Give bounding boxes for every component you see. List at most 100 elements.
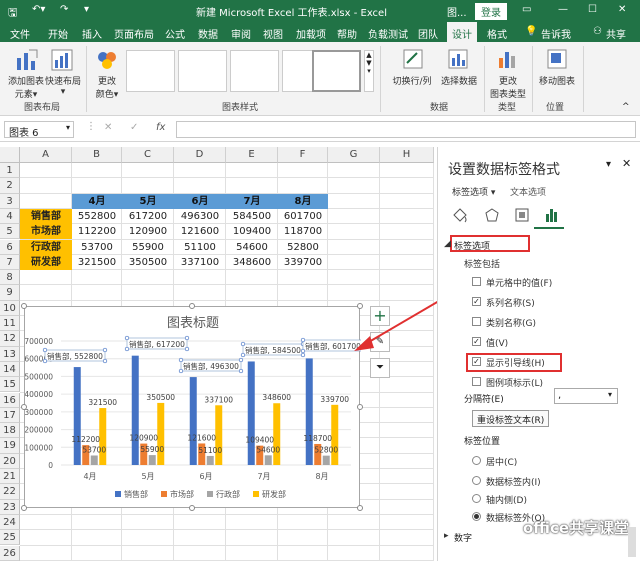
label-handle[interactable] bbox=[300, 352, 306, 358]
minimize-icon[interactable]: — bbox=[558, 4, 568, 15]
data-label[interactable]: 121600 bbox=[187, 433, 216, 442]
share-icon[interactable]: ⚇ bbox=[593, 26, 602, 37]
quick-layout-button[interactable]: 快速布局 ▾ bbox=[44, 74, 82, 97]
bar-研发部[interactable] bbox=[331, 404, 339, 465]
bar-研发部[interactable] bbox=[157, 402, 165, 465]
size-properties-icon[interactable] bbox=[515, 208, 529, 222]
tab-team[interactable]: 团队 bbox=[418, 26, 438, 41]
table-value-cell[interactable]: 339700 bbox=[278, 255, 328, 270]
chart-resize-handle[interactable] bbox=[21, 404, 27, 410]
label-handle[interactable] bbox=[300, 337, 306, 343]
tab-load-test[interactable]: 负载测试 bbox=[368, 26, 408, 41]
data-label[interactable]: 118700 bbox=[303, 434, 332, 443]
column-header-a[interactable]: A bbox=[20, 147, 72, 163]
data-label[interactable]: 52800 bbox=[314, 446, 338, 455]
name-box-dropdown-icon[interactable]: ▾ bbox=[66, 123, 70, 132]
chart-svg[interactable]: 图表标题 01000002000003000004000005000006000… bbox=[25, 307, 361, 509]
table-header-cell[interactable]: 4月 bbox=[72, 193, 122, 209]
customize-qat-icon[interactable]: ▾ bbox=[84, 4, 89, 15]
bar-行政部[interactable] bbox=[206, 455, 214, 465]
data-label-sales[interactable]: 销售部, 552800 bbox=[47, 351, 103, 361]
tab-format[interactable]: 格式 bbox=[487, 26, 507, 41]
data-label[interactable]: 337100 bbox=[204, 395, 233, 404]
row-header-5[interactable]: 5 bbox=[0, 224, 20, 240]
label-handle[interactable] bbox=[124, 346, 130, 352]
data-label[interactable]: 321500 bbox=[88, 398, 117, 407]
move-chart-icon[interactable] bbox=[546, 48, 568, 70]
row-header-23[interactable]: 23 bbox=[0, 499, 20, 515]
data-label[interactable]: 55900 bbox=[140, 445, 164, 454]
bar-销售部[interactable] bbox=[189, 377, 197, 465]
tab-file[interactable]: 文件 bbox=[10, 26, 30, 41]
row-label-cell[interactable]: 研发部 bbox=[20, 254, 72, 271]
column-header-f[interactable]: F bbox=[278, 147, 328, 163]
name-box[interactable]: 图表 6 bbox=[4, 121, 74, 139]
label-handle[interactable] bbox=[238, 368, 244, 374]
table-value-cell[interactable]: 496300 bbox=[174, 209, 226, 224]
chart-resize-handle[interactable] bbox=[21, 505, 27, 511]
column-header-b[interactable]: B bbox=[72, 147, 122, 163]
row-header-6[interactable]: 6 bbox=[0, 239, 20, 255]
table-value-cell[interactable]: 350500 bbox=[122, 255, 174, 270]
label-handle[interactable] bbox=[124, 335, 130, 341]
row-header-7[interactable]: 7 bbox=[0, 254, 20, 271]
column-header-e[interactable]: E bbox=[226, 147, 278, 163]
select-all-corner[interactable] bbox=[0, 147, 20, 163]
label-handle[interactable] bbox=[238, 357, 244, 363]
chart-style-5-selected[interactable] bbox=[312, 50, 361, 92]
table-header-cell[interactable]: 5月 bbox=[122, 193, 174, 209]
table-value-cell[interactable]: 584500 bbox=[226, 209, 278, 224]
bar-行政部[interactable] bbox=[90, 455, 98, 465]
column-header-g[interactable]: G bbox=[328, 147, 380, 163]
pane-options-icon[interactable]: ▾ bbox=[606, 159, 611, 170]
section-number[interactable]: 数字 bbox=[454, 531, 472, 544]
label-handle[interactable] bbox=[240, 352, 246, 358]
change-chart-type-icon[interactable] bbox=[496, 48, 518, 70]
chart-filter-icon[interactable]: ⏷ bbox=[370, 358, 390, 378]
bar-销售部[interactable] bbox=[247, 361, 255, 465]
row-header-24[interactable]: 24 bbox=[0, 514, 20, 531]
label-handle[interactable] bbox=[178, 357, 184, 363]
change-colors-button[interactable]: 更改 颜色▾ bbox=[92, 74, 122, 100]
table-value-cell[interactable]: 55900 bbox=[122, 240, 174, 255]
select-data-icon[interactable] bbox=[447, 48, 469, 70]
save-icon[interactable]: 🖫 bbox=[8, 4, 17, 23]
data-label[interactable]: 120900 bbox=[129, 434, 158, 443]
enter-icon[interactable]: ✓ bbox=[130, 122, 138, 133]
table-value-cell[interactable]: 112200 bbox=[72, 224, 122, 239]
close-icon[interactable]: ✕ bbox=[618, 4, 626, 15]
change-colors-icon[interactable] bbox=[95, 48, 119, 72]
table-value-cell[interactable]: 54600 bbox=[226, 240, 278, 255]
chart-area[interactable]: 图表标题 0 100000 200000 300000 400000 500000 6000… bbox=[21, 303, 363, 511]
data-label[interactable]: 339700 bbox=[320, 395, 349, 404]
checkbox[interactable] bbox=[472, 277, 481, 286]
chart-resize-handle[interactable] bbox=[189, 505, 195, 511]
data-label[interactable]: 112200 bbox=[71, 435, 100, 444]
tab-page-layout[interactable]: 页面布局 bbox=[114, 26, 154, 41]
tab-help[interactable]: 帮助 bbox=[337, 26, 357, 41]
chart-resize-handle[interactable] bbox=[189, 303, 195, 309]
row-header-8[interactable]: 8 bbox=[0, 270, 20, 286]
section-label-options[interactable]: 标签选项 bbox=[454, 239, 490, 252]
tab-data[interactable]: 数据 bbox=[198, 26, 218, 41]
share-button[interactable]: 共享 bbox=[606, 26, 626, 41]
radio[interactable] bbox=[472, 512, 481, 521]
add-chart-element-button[interactable]: 添加图表 元素▾ bbox=[6, 74, 46, 100]
table-value-cell[interactable]: 118700 bbox=[278, 224, 328, 239]
row-header-4[interactable]: 4 bbox=[0, 208, 20, 225]
data-label[interactable]: 348600 bbox=[262, 393, 291, 402]
table-header-cell[interactable]: 7月 bbox=[226, 193, 278, 209]
tab-addins[interactable]: 加载项 bbox=[296, 26, 326, 41]
checkbox[interactable] bbox=[472, 377, 481, 386]
bar-销售部[interactable] bbox=[73, 367, 81, 465]
label-handle[interactable] bbox=[240, 341, 246, 347]
add-chart-element-icon[interactable] bbox=[14, 48, 38, 72]
data-label-sales[interactable]: 销售部, 617200 bbox=[129, 339, 185, 349]
bar-行政部[interactable] bbox=[148, 455, 156, 465]
effects-icon[interactable] bbox=[485, 208, 499, 222]
row-header-2[interactable]: 2 bbox=[0, 178, 20, 194]
table-value-cell[interactable]: 109400 bbox=[226, 224, 278, 239]
table-header-cell[interactable]: 8月 bbox=[278, 193, 328, 209]
label-handle[interactable] bbox=[102, 347, 108, 353]
bar-销售部[interactable] bbox=[305, 358, 313, 465]
